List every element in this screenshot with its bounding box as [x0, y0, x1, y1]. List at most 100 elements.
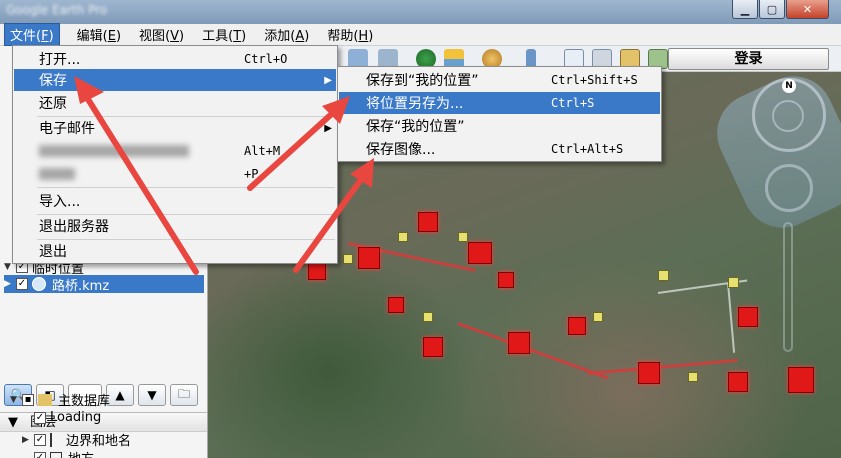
expand-triangle-icon[interactable]: ▶	[22, 435, 34, 445]
menu-item-shortcut: Alt+M	[244, 144, 281, 158]
menu-help[interactable]: 帮助(H)	[322, 24, 378, 45]
placemark[interactable]	[308, 262, 326, 280]
placemark[interactable]	[728, 372, 748, 392]
route-track	[727, 282, 736, 353]
zoom-slider[interactable]	[783, 222, 793, 352]
menu-bar: 文件(F) 编辑(E) 视图(V) 工具(T) 添加(A) 帮助(H)	[0, 23, 841, 46]
placemark[interactable]	[423, 337, 443, 357]
menu-item-save-place-as[interactable]: 将位置另存为... Ctrl+S	[339, 92, 660, 114]
layers-header[interactable]: ▼ 图层	[0, 412, 207, 432]
placemark[interactable]	[423, 312, 433, 322]
layer-label: 地方	[68, 448, 94, 458]
layer-label: Loading	[50, 410, 102, 425]
placemark[interactable]	[593, 312, 603, 322]
submenu-arrow-icon: ▶	[324, 74, 332, 86]
menu-item-label: 还原	[39, 96, 67, 112]
layer-item[interactable]: ▶ ✓ 边界和地名	[22, 430, 131, 449]
menu-item-blurred-1[interactable]: Alt+M	[14, 140, 336, 162]
collapse-triangle-icon[interactable]: ▼	[8, 415, 18, 430]
move-control[interactable]	[765, 164, 813, 212]
menu-item-label: 保存	[39, 73, 67, 89]
layer-item[interactable]: ✓ 地方	[34, 448, 94, 458]
menu-item-label: 将位置另存为...	[366, 96, 464, 112]
menu-item-save-image[interactable]: 保存图像... Ctrl+Alt+S	[339, 138, 660, 160]
menu-file-hotkey: F	[41, 29, 49, 44]
placemark[interactable]	[568, 317, 586, 335]
placemark[interactable]	[388, 297, 404, 313]
menu-item-revert[interactable]: 还原	[14, 92, 336, 114]
places-item-label: 路桥.kmz	[52, 278, 110, 294]
window-title: Google Earth Pro	[6, 3, 108, 17]
move-up-icon[interactable]: ▲	[106, 384, 134, 406]
maximize-icon[interactable]: ▢	[759, 0, 785, 19]
menu-item-save-to-my-places[interactable]: 保存到“我的位置” Ctrl+Shift+S	[339, 69, 660, 91]
checkbox[interactable]: ✓	[34, 411, 46, 424]
menu-view[interactable]: 视图(V)	[134, 24, 189, 45]
menu-tools-label: 工具	[202, 29, 229, 44]
placemark[interactable]	[658, 270, 669, 281]
blurred-text	[39, 145, 189, 157]
north-indicator[interactable]: N	[782, 79, 796, 93]
close-icon[interactable]: ✕	[786, 0, 829, 19]
database-icon	[38, 393, 52, 406]
placemark[interactable]	[468, 242, 492, 264]
menu-help-label: 帮助	[327, 29, 354, 44]
flag-icon	[50, 432, 60, 447]
places-item-kmz[interactable]: ▶ ✓ 路桥.kmz	[4, 275, 204, 294]
layer-label: 边界和地名	[66, 434, 132, 449]
menu-separator	[37, 187, 335, 188]
network-link-icon	[32, 277, 46, 291]
menu-item-open[interactable]: 打开... Ctrl+O	[14, 48, 336, 70]
menu-item-email[interactable]: 电子邮件 ▶	[14, 117, 336, 139]
placemark[interactable]	[728, 277, 739, 288]
menu-edit[interactable]: 编辑(E)	[72, 24, 126, 45]
placemark[interactable]	[638, 362, 660, 384]
menu-item-label: 电子邮件	[39, 121, 95, 137]
menu-item-label: 退出	[39, 244, 67, 260]
menu-item-exit[interactable]: 退出	[14, 240, 336, 262]
placemark[interactable]	[398, 232, 408, 242]
placemark[interactable]	[418, 212, 438, 232]
menu-file[interactable]: 文件(F)	[4, 23, 60, 46]
menu-item-exit-server[interactable]: 退出服务器	[14, 215, 336, 237]
placemark[interactable]	[458, 232, 468, 242]
menu-add[interactable]: 添加(A)	[259, 24, 314, 45]
layer-item[interactable]: ✓ Loading	[34, 410, 101, 425]
menu-tools[interactable]: 工具(T)	[197, 24, 251, 45]
menu-item-label: 打开...	[39, 52, 81, 68]
menu-tools-hotkey: T	[233, 29, 242, 44]
checkbox[interactable]: ✓	[34, 451, 46, 458]
menu-item-save-my-places[interactable]: 保存“我的位置”	[339, 115, 660, 137]
menu-add-label: 添加	[264, 29, 291, 44]
checkbox[interactable]: ▪	[22, 393, 34, 406]
placemark[interactable]	[688, 372, 698, 382]
menu-item-label: 导入...	[39, 194, 81, 210]
menu-item-shortcut: Ctrl+S	[551, 96, 595, 110]
expand-triangle-icon[interactable]: ▶	[4, 279, 16, 289]
move-down-icon[interactable]: ▼	[138, 384, 166, 406]
look-joystick[interactable]	[772, 100, 804, 132]
menu-item-save[interactable]: 保存 ▶	[14, 69, 336, 91]
file-menu: 打开... Ctrl+O 保存 ▶ 还原 电子邮件 ▶ Alt+M +P 导入.…	[12, 45, 338, 264]
placemark[interactable]	[358, 247, 380, 269]
menu-item-shortcut: Ctrl+O	[244, 52, 288, 66]
menu-item-import[interactable]: 导入...	[14, 190, 336, 212]
window-titlebar: Google Earth Pro ▁ ▢ ✕	[0, 0, 841, 24]
menu-edit-label: 编辑	[76, 29, 103, 44]
layer-item[interactable]: ▼ ▪ 主数据库	[10, 390, 110, 409]
placemark[interactable]	[738, 307, 758, 327]
menu-item-shortcut: +P	[244, 167, 259, 181]
menu-item-blurred-2[interactable]: +P	[14, 163, 336, 185]
minimize-icon[interactable]: ▁	[732, 0, 758, 19]
placemark[interactable]	[508, 332, 530, 354]
placemark[interactable]	[498, 272, 514, 288]
placemark[interactable]	[788, 367, 814, 393]
route-track	[587, 358, 738, 375]
folder-icon[interactable]: 🗀	[170, 384, 198, 406]
login-button[interactable]: 登录	[668, 48, 829, 70]
collapse-triangle-icon[interactable]: ▼	[10, 395, 22, 405]
checkbox[interactable]: ✓	[34, 433, 46, 446]
menu-item-label: 退出服务器	[39, 219, 109, 235]
placemark[interactable]	[343, 254, 353, 264]
checkbox[interactable]: ✓	[16, 278, 28, 290]
